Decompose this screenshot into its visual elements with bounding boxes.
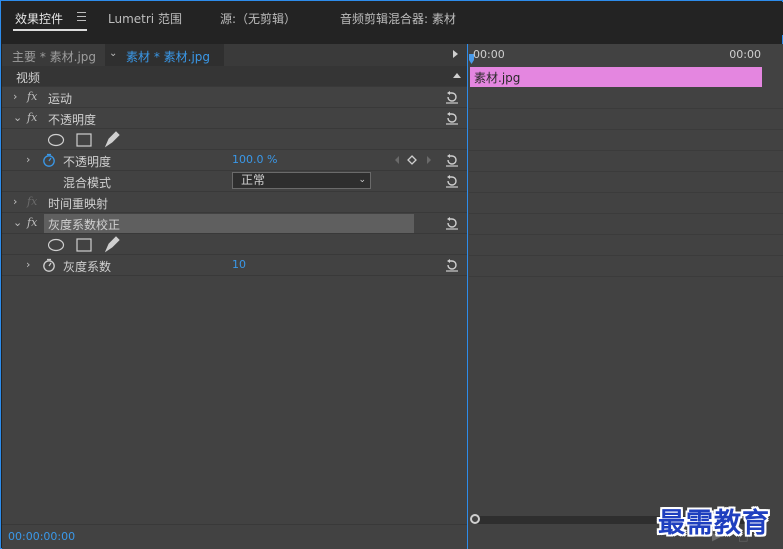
mask-tools bbox=[48, 131, 120, 148]
pen-mask-icon[interactable] bbox=[104, 236, 120, 253]
divider bbox=[2, 524, 467, 525]
mask-tools bbox=[48, 236, 120, 253]
effect-row-gamma-correction[interactable]: ⌄ fx 灰度系数校正 bbox=[2, 213, 467, 234]
pen-mask-icon[interactable] bbox=[104, 131, 120, 148]
scrollbar-handle[interactable] bbox=[470, 514, 480, 524]
sequence-clip-label: 素材 * 素材.jpg bbox=[126, 50, 211, 64]
ellipse-mask-icon[interactable] bbox=[48, 238, 65, 252]
property-label: 灰度系数 bbox=[63, 260, 112, 274]
reset-icon[interactable] bbox=[445, 153, 459, 167]
effect-label: 时间重映射 bbox=[48, 197, 109, 211]
fx-toggle-icon[interactable]: fx bbox=[27, 90, 37, 103]
add-keyframe-icon[interactable] bbox=[407, 155, 417, 165]
effect-controls-panel: 主要 * 素材.jpg ⌄ 素材 * 素材.jpg 视频 › fx 运动 ⌄ f… bbox=[2, 44, 783, 549]
fx-toggle-icon: fx bbox=[27, 195, 38, 208]
next-keyframe-icon[interactable] bbox=[427, 156, 431, 164]
mask-tools-row bbox=[2, 234, 467, 255]
blend-mode-select[interactable]: 正常 ⌄ bbox=[232, 172, 371, 189]
opacity-value[interactable]: 100.0 % bbox=[232, 153, 277, 166]
tab-source[interactable]: 源:（无剪辑） bbox=[220, 10, 296, 27]
app-window: 效果控件 Lumetri 范围 源:（无剪辑） 音频剪辑混合器: 素材 主要 *… bbox=[0, 0, 783, 549]
chevron-down-icon[interactable]: ⌄ bbox=[109, 48, 117, 59]
sequence-clip-tab[interactable]: ⌄ 素材 * 素材.jpg bbox=[105, 44, 224, 66]
reset-icon[interactable] bbox=[445, 258, 459, 272]
scroll-up-icon[interactable] bbox=[453, 73, 461, 78]
tab-audio-clip-mixer[interactable]: 音频剪辑混合器: 素材 bbox=[340, 10, 456, 27]
stopwatch-icon[interactable] bbox=[42, 153, 56, 167]
reset-icon[interactable] bbox=[445, 111, 459, 125]
reset-icon[interactable] bbox=[445, 90, 459, 104]
collapse-chevron-icon[interactable]: ⌄ bbox=[13, 216, 22, 229]
expand-chevron-icon[interactable]: › bbox=[13, 195, 17, 208]
rectangle-mask-icon[interactable] bbox=[76, 238, 92, 252]
tab-effect-controls[interactable]: 效果控件 bbox=[15, 10, 63, 27]
effect-label: 灰度系数校正 bbox=[48, 218, 121, 232]
show-timeline-toggle-icon[interactable] bbox=[453, 50, 458, 58]
property-row-gamma: › 灰度系数 10 bbox=[2, 255, 467, 276]
keyframe-navigator bbox=[395, 155, 431, 165]
effect-label: 运动 bbox=[48, 92, 73, 106]
property-label: 不透明度 bbox=[63, 155, 112, 169]
section-label: 视频 bbox=[16, 71, 41, 85]
ellipse-mask-icon[interactable] bbox=[48, 133, 65, 147]
stopwatch-icon[interactable] bbox=[42, 258, 56, 272]
reset-icon[interactable] bbox=[445, 216, 459, 230]
property-row-opacity: › 不透明度 100.0 % bbox=[2, 150, 467, 171]
effect-row-opacity[interactable]: ⌄ fx 不透明度 bbox=[2, 108, 467, 129]
gamma-value[interactable]: 10 bbox=[232, 258, 246, 271]
active-tab-indicator bbox=[13, 29, 87, 31]
effect-label: 不透明度 bbox=[48, 113, 97, 127]
master-clip-tab[interactable]: 主要 * 素材.jpg bbox=[12, 48, 96, 65]
clip-bar[interactable]: 素材.jpg bbox=[470, 67, 762, 87]
current-timecode[interactable]: 00:00:00:00 bbox=[8, 530, 75, 543]
reset-icon[interactable] bbox=[445, 174, 459, 188]
expand-chevron-icon[interactable]: › bbox=[13, 90, 17, 103]
property-label: 混合模式 bbox=[63, 176, 112, 190]
section-header-video: 视频 bbox=[2, 66, 467, 87]
fx-toggle-icon[interactable]: fx bbox=[27, 216, 37, 229]
collapse-chevron-icon[interactable]: ⌄ bbox=[13, 111, 22, 124]
chevron-down-icon: ⌄ bbox=[358, 175, 366, 185]
timeline-tracks bbox=[469, 88, 783, 278]
clip-selector-row: 主要 * 素材.jpg ⌄ 素材 * 素材.jpg bbox=[2, 44, 467, 66]
effect-row-motion[interactable]: › fx 运动 bbox=[2, 87, 467, 108]
tab-lumetri-scopes[interactable]: Lumetri 范围 bbox=[108, 10, 182, 27]
panel-tab-bar: 效果控件 Lumetri 范围 源:（无剪辑） 音频剪辑混合器: 素材 bbox=[2, 2, 783, 35]
fx-toggle-icon[interactable]: fx bbox=[27, 111, 37, 124]
blend-mode-value: 正常 bbox=[241, 173, 266, 187]
panel-menu-icon[interactable] bbox=[77, 12, 86, 21]
effect-timeline: 00:00 00:00 素材.jpg ▶ □ bbox=[467, 44, 783, 549]
prev-keyframe-icon[interactable] bbox=[395, 156, 399, 164]
watermark-logo: 最需教育 bbox=[658, 508, 770, 539]
timeline-start-time: 00:00 bbox=[473, 48, 505, 61]
mask-tools-row bbox=[2, 129, 467, 150]
expand-chevron-icon[interactable]: › bbox=[26, 153, 30, 166]
expand-chevron-icon[interactable]: › bbox=[26, 258, 30, 271]
property-list: 视频 › fx 运动 ⌄ fx 不透明度 › 不透明度 100.0 % 混合模式… bbox=[2, 66, 467, 276]
effect-row-time-remapping[interactable]: › fx 时间重映射 bbox=[2, 192, 467, 213]
timeline-end-time: 00:00 bbox=[729, 48, 761, 61]
rectangle-mask-icon[interactable] bbox=[76, 133, 92, 147]
property-row-blend-mode: 混合模式 正常 ⌄ bbox=[2, 171, 467, 192]
